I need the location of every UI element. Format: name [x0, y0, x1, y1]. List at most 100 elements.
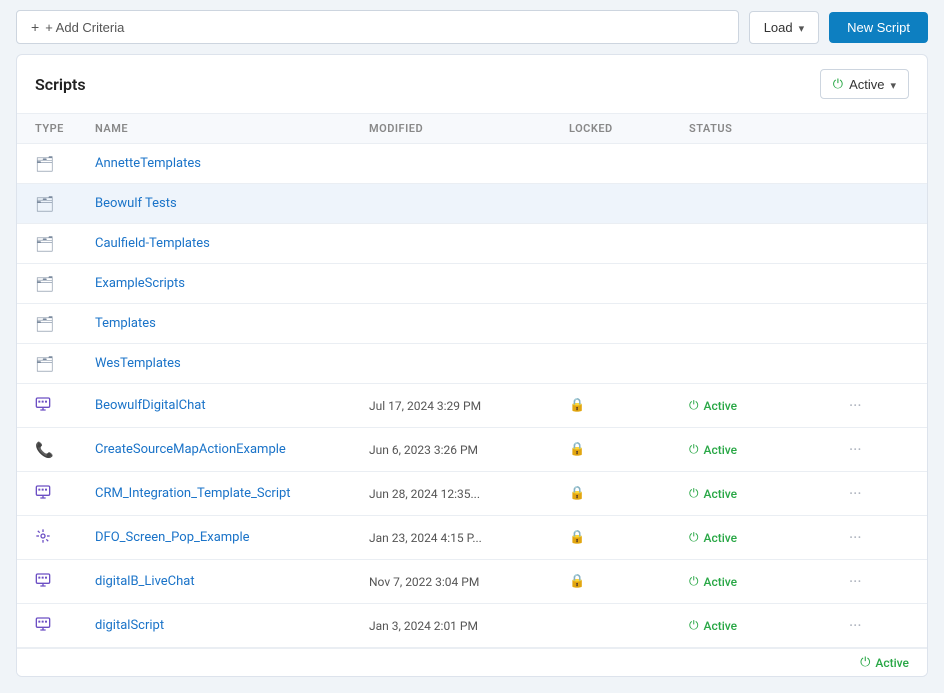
col-locked: LOCKED — [569, 122, 689, 135]
status-power-icon: ⏻ — [689, 618, 699, 633]
table-row[interactable]: 📞 CreateSourceMapActionExample Jun 6, 20… — [17, 428, 927, 472]
name-cell: Templates — [95, 308, 369, 339]
load-label: Load — [764, 20, 793, 35]
actions-cell — [849, 276, 909, 292]
status-active: ⏻ Active — [689, 442, 737, 457]
type-cell: 🗂 — [35, 307, 95, 341]
table-row[interactable]: BeowulfDigitalChat Jul 17, 2024 3:29 PM … — [17, 384, 927, 428]
actions-cell: ··· — [849, 608, 909, 643]
table-row[interactable]: 🗂 Templates — [17, 304, 927, 344]
chat-icon — [35, 572, 51, 592]
script-name-link[interactable]: WesTemplates — [95, 356, 181, 371]
load-button[interactable]: Load — [749, 11, 819, 44]
status-power-icon: ⏻ — [689, 530, 699, 545]
type-cell: 🗂 — [35, 187, 95, 221]
add-criteria-label: + Add Criteria — [45, 20, 124, 35]
script-name-link[interactable]: digitalB_LiveChat — [95, 574, 195, 589]
table-row[interactable]: 🗂 AnnetteTemplates — [17, 144, 927, 184]
main-content: Scripts ⏻ Active TYPE NAME MODIFIED LOCK… — [16, 54, 928, 677]
phone-icon: 📞 — [35, 441, 54, 459]
status-label: Active — [704, 575, 738, 589]
scripts-header: Scripts ⏻ Active — [17, 55, 927, 114]
more-actions-icon[interactable]: ··· — [849, 572, 862, 591]
lock-icon: 🔒 — [569, 530, 585, 545]
more-actions-icon[interactable]: ··· — [849, 396, 862, 415]
script-name-link[interactable]: AnnetteTemplates — [95, 156, 201, 171]
status-active: ⏻ Active — [689, 486, 737, 501]
script-name-link[interactable]: Beowulf Tests — [95, 196, 177, 211]
script-name-link[interactable]: ExampleScripts — [95, 276, 185, 291]
name-cell: DFO_Screen_Pop_Example — [95, 522, 369, 553]
active-filter-button[interactable]: ⏻ Active — [820, 69, 909, 99]
script-name-link[interactable]: CRM_Integration_Template_Script — [95, 486, 291, 501]
script-name-link[interactable]: Templates — [95, 316, 156, 331]
more-actions-icon[interactable]: ··· — [849, 528, 862, 547]
more-actions-icon[interactable]: ··· — [849, 440, 862, 459]
type-cell: 📞 — [35, 433, 95, 467]
type-cell: 🗂 — [35, 147, 95, 181]
locked-cell: 🔒 — [569, 478, 689, 509]
actions-cell — [849, 356, 909, 372]
status-cell — [689, 196, 849, 212]
name-cell: CreateSourceMapActionExample — [95, 434, 369, 465]
script-name-link[interactable]: Caulfield-Templates — [95, 236, 210, 251]
status-active: ⏻ Active — [689, 618, 737, 633]
modified-cell: Jun 6, 2023 3:26 PM — [369, 435, 569, 465]
new-script-label: New Script — [847, 20, 910, 35]
table-header: TYPE NAME MODIFIED LOCKED STATUS — [17, 114, 927, 144]
modified-cell — [369, 356, 569, 372]
name-cell: CRM_Integration_Template_Script — [95, 478, 369, 509]
active-filter-label: Active — [849, 77, 884, 92]
script-name-link[interactable]: digitalScript — [95, 618, 164, 633]
folder-icon: 🗂 — [35, 315, 54, 333]
name-cell: ExampleScripts — [95, 268, 369, 299]
table-row[interactable]: digitalScript Jan 3, 2024 2:01 PM ⏻ Acti… — [17, 604, 927, 648]
script-name-link[interactable]: BeowulfDigitalChat — [95, 398, 206, 413]
plus-icon: + — [31, 19, 39, 35]
script-name-link[interactable]: DFO_Screen_Pop_Example — [95, 530, 250, 545]
add-criteria-button[interactable]: + + Add Criteria — [16, 10, 739, 44]
table-row[interactable]: DFO_Screen_Pop_Example Jan 23, 2024 4:15… — [17, 516, 927, 560]
more-actions-icon[interactable]: ··· — [849, 484, 862, 503]
table-body: 🗂 AnnetteTemplates 🗂 Beowulf Tests 🗂 Cau… — [17, 144, 927, 648]
locked-cell: 🔒 — [569, 566, 689, 597]
name-cell: Beowulf Tests — [95, 188, 369, 219]
table-row[interactable]: 🗂 ExampleScripts — [17, 264, 927, 304]
table-row[interactable]: 🗂 Beowulf Tests — [17, 184, 927, 224]
folder-icon: 🗂 — [35, 155, 54, 173]
col-status: STATUS — [689, 122, 849, 135]
new-script-button[interactable]: New Script — [829, 12, 928, 43]
locked-cell: 🔒 — [569, 390, 689, 421]
status-power-icon: ⏻ — [689, 574, 699, 589]
status-label: Active — [704, 487, 738, 501]
actions-cell — [849, 156, 909, 172]
chat-icon — [35, 484, 51, 504]
type-cell — [35, 520, 95, 556]
locked-cell — [569, 236, 689, 252]
modified-cell: Jan 3, 2024 2:01 PM — [369, 611, 569, 641]
more-actions-icon[interactable]: ··· — [849, 616, 862, 635]
bottom-status-badge: ⏻ Active — [860, 655, 909, 670]
table-row[interactable]: digitalB_LiveChat Nov 7, 2022 3:04 PM 🔒 … — [17, 560, 927, 604]
script-name-link[interactable]: CreateSourceMapActionExample — [95, 442, 286, 457]
type-cell — [35, 564, 95, 600]
bottom-bar: ⏻ Active — [17, 648, 927, 676]
lock-icon: 🔒 — [569, 486, 585, 501]
table-row[interactable]: 🗂 WesTemplates — [17, 344, 927, 384]
actions-cell: ··· — [849, 476, 909, 511]
table-row[interactable]: CRM_Integration_Template_Script Jun 28, … — [17, 472, 927, 516]
status-label: Active — [704, 619, 738, 633]
actions-cell: ··· — [849, 388, 909, 423]
locked-cell — [569, 356, 689, 372]
table-row[interactable]: 🗂 Caulfield-Templates — [17, 224, 927, 264]
modified-cell: Nov 7, 2022 3:04 PM — [369, 567, 569, 597]
status-cell: ⏻ Active — [689, 434, 849, 465]
locked-cell — [569, 196, 689, 212]
status-cell — [689, 356, 849, 372]
status-cell — [689, 156, 849, 172]
type-cell: 🗂 — [35, 267, 95, 301]
locked-cell: 🔒 — [569, 522, 689, 553]
lock-icon: 🔒 — [569, 574, 585, 589]
col-modified: MODIFIED — [369, 122, 569, 135]
status-active: ⏻ Active — [689, 574, 737, 589]
